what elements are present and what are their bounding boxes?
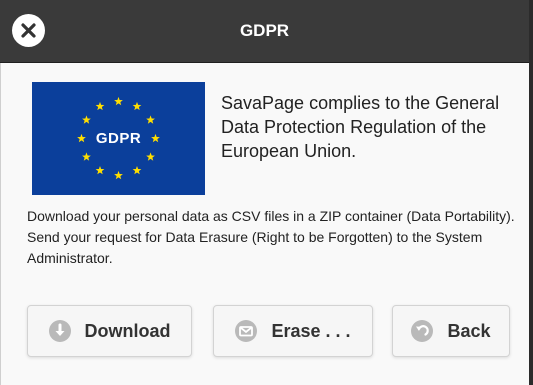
erase-label: Erase . . . (271, 320, 351, 341)
mail-icon (235, 320, 258, 342)
gdpr-intro-text: SavaPage complies to the General Data Pr… (221, 93, 500, 161)
close-icon (21, 23, 36, 38)
back-arrow-icon (411, 320, 434, 342)
arrow-down-icon (48, 320, 71, 342)
dialog-title: GDPR (239, 21, 290, 40)
gdpr-details-text: Download your personal data as CSV files… (27, 208, 515, 266)
dialog-left-border (0, 62, 1, 385)
download-button[interactable]: Download (27, 305, 192, 357)
gdpr-dialog: GDPR GDPR SavaPage complies to the Gener… (0, 0, 533, 385)
erase-button[interactable]: Erase . . . (213, 305, 373, 357)
back-button[interactable]: Back (392, 305, 510, 357)
dialog-header: GDPR (0, 0, 529, 63)
gdpr-logo: GDPR (32, 82, 205, 195)
download-label: Download (84, 320, 171, 341)
back-label: Back (447, 320, 491, 341)
close-button[interactable] (12, 14, 45, 47)
gdpr-logo-text: GDPR (95, 130, 142, 147)
